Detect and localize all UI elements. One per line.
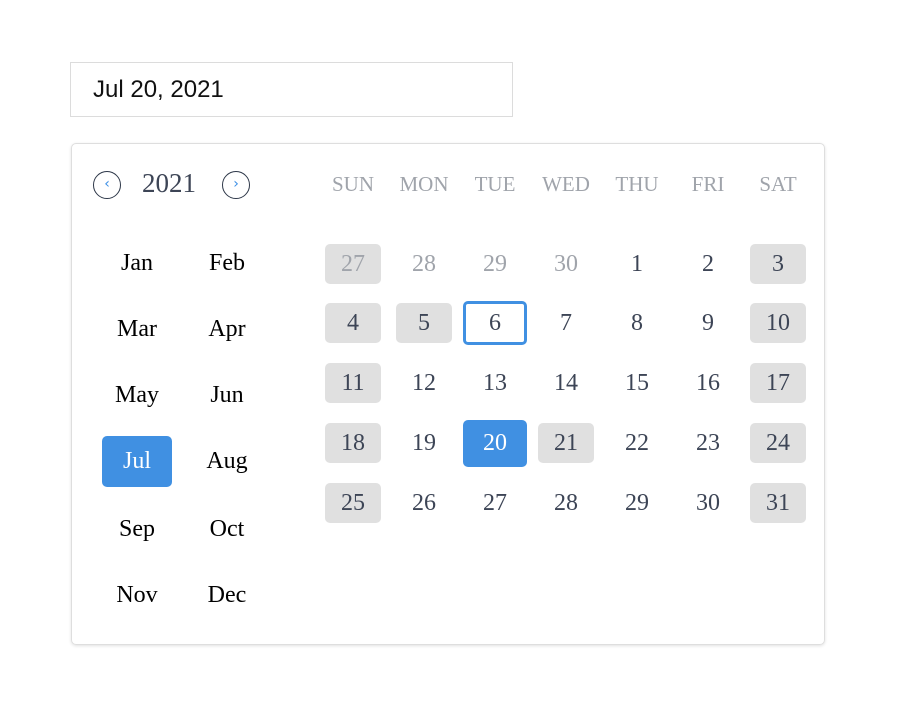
day-cell[interactable]: 1 [609, 244, 665, 284]
day-cell[interactable]: 3 [750, 244, 806, 284]
day-cell[interactable]: 30 [680, 483, 736, 523]
day-cell[interactable]: 8 [609, 303, 665, 343]
chevron-right-icon: › [233, 176, 239, 192]
month-jan[interactable]: Jan [102, 238, 172, 289]
weekday-sat: SAT [759, 172, 797, 196]
day-cell[interactable]: 21 [538, 423, 594, 463]
day-cell[interactable]: 7 [538, 303, 594, 343]
month-apr[interactable]: Apr [192, 304, 262, 355]
day-cell[interactable]: 2 [680, 244, 736, 284]
prev-year-button[interactable]: ‹ [93, 171, 121, 199]
weekday-mon: MON [399, 172, 449, 196]
day-cell[interactable]: 28 [396, 244, 452, 284]
date-input-value: Jul 20, 2021 [93, 76, 224, 103]
day-cell[interactable]: 27 [467, 483, 523, 523]
weekday-wed: WED [542, 172, 590, 196]
day-cell[interactable]: 13 [467, 363, 523, 403]
month-nov[interactable]: Nov [102, 570, 172, 621]
day-cell[interactable]: 29 [467, 244, 523, 284]
day-cell[interactable]: 15 [609, 363, 665, 403]
month-aug[interactable]: Aug [192, 436, 262, 487]
day-cell[interactable]: 30 [538, 244, 594, 284]
day-cell[interactable]: 19 [396, 423, 452, 463]
day-cell[interactable]: 29 [609, 483, 665, 523]
month-jun[interactable]: Jun [192, 370, 262, 421]
day-cell[interactable]: 4 [325, 303, 381, 343]
date-input[interactable]: Jul 20, 2021 [70, 62, 513, 117]
day-cell[interactable]: 23 [680, 423, 736, 463]
day-cell[interactable]: 25 [325, 483, 381, 523]
day-cell[interactable]: 16 [680, 363, 736, 403]
day-cell[interactable]: 17 [750, 363, 806, 403]
month-dec[interactable]: Dec [192, 570, 262, 621]
day-cell[interactable]: 18 [325, 423, 381, 463]
day-cell[interactable]: 27 [325, 244, 381, 284]
day-cell[interactable]: 14 [538, 363, 594, 403]
day-cell[interactable]: 10 [750, 303, 806, 343]
chevron-left-icon: ‹ [104, 176, 110, 192]
weekday-sun: SUN [331, 172, 374, 196]
month-may[interactable]: May [102, 370, 172, 421]
month-jul[interactable]: Jul [102, 436, 172, 487]
day-cell[interactable]: 11 [325, 363, 381, 403]
next-year-button[interactable]: › [222, 171, 250, 199]
weekday-thu: THU [615, 172, 659, 196]
month-feb[interactable]: Feb [192, 238, 262, 289]
day-cell-today[interactable]: 6 [463, 301, 527, 345]
day-cell[interactable]: 5 [396, 303, 452, 343]
day-cell[interactable]: 26 [396, 483, 452, 523]
day-cell[interactable]: 24 [750, 423, 806, 463]
weekday-fri: FRI [691, 172, 725, 196]
day-cell[interactable]: 9 [680, 303, 736, 343]
day-cell[interactable]: 31 [750, 483, 806, 523]
month-mar[interactable]: Mar [102, 304, 172, 355]
day-cell[interactable]: 22 [609, 423, 665, 463]
weekday-tue: TUE [474, 172, 516, 196]
year-label: 2021 [142, 168, 196, 198]
month-sep[interactable]: Sep [102, 504, 172, 555]
month-oct[interactable]: Oct [192, 504, 262, 555]
day-cell[interactable]: 28 [538, 483, 594, 523]
day-cell-selected[interactable]: 20 [463, 420, 527, 467]
day-cell[interactable]: 12 [396, 363, 452, 403]
